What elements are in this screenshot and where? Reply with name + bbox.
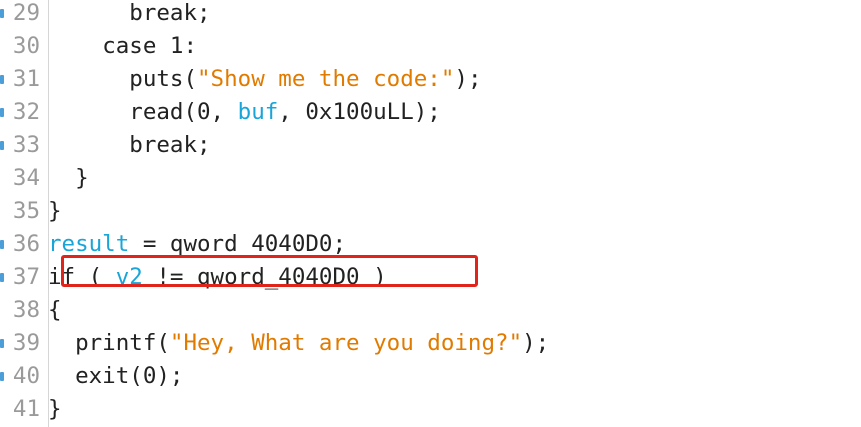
code-line[interactable]: 39 printf("Hey, What are you doing?"); <box>0 327 861 360</box>
code-text: } <box>48 162 89 195</box>
highlight-box <box>61 255 478 287</box>
line-number: 41 <box>12 396 40 422</box>
code-token: = qword_4040D0; <box>129 231 347 257</box>
breakpoint-marker-icon[interactable] <box>0 240 4 249</box>
code-line[interactable]: 38 { <box>0 294 861 327</box>
code-line[interactable]: 32 read(0, buf, 0x100uLL); <box>0 96 861 129</box>
code-line[interactable]: 31 puts("Show me the code:"); <box>0 63 861 96</box>
breakpoint-marker-icon[interactable] <box>0 9 4 18</box>
code-text: { <box>48 294 62 327</box>
breakpoint-marker-icon[interactable] <box>0 372 4 381</box>
code-line[interactable]: 41} <box>0 393 861 426</box>
line-number: 29 <box>12 0 40 26</box>
code-text: } <box>48 195 62 228</box>
code-text: } <box>48 393 62 426</box>
line-number: 35 <box>12 198 40 224</box>
breakpoint-marker-icon[interactable] <box>0 273 4 282</box>
identifier-token: buf <box>237 99 279 125</box>
breakpoint-marker-icon[interactable] <box>0 339 4 348</box>
code-line[interactable]: 35} <box>0 195 861 228</box>
code-text: break; <box>48 129 211 162</box>
code-token: , 0x100uLL); <box>278 99 441 125</box>
code-line[interactable]: 30 case 1: <box>0 30 861 63</box>
code-text: read(0, buf, 0x100uLL); <box>48 96 441 129</box>
code-token: ); <box>522 330 550 356</box>
code-line[interactable]: 29 break; <box>0 0 861 30</box>
line-number: 32 <box>12 99 40 125</box>
code-token: break; <box>129 132 211 158</box>
code-token: case 1: <box>102 33 198 59</box>
code-token: break; <box>129 0 211 26</box>
line-number: 33 <box>12 132 40 158</box>
breakpoint-marker-icon[interactable] <box>0 108 4 117</box>
line-number: 37 <box>12 264 40 290</box>
code-text: break; <box>48 0 211 30</box>
line-number: 36 <box>12 231 40 257</box>
breakpoint-marker-icon[interactable] <box>0 141 4 150</box>
line-number: 30 <box>12 33 40 59</box>
code-text: puts("Show me the code:"); <box>48 63 482 96</box>
line-number: 34 <box>12 165 40 191</box>
code-text: exit(0); <box>48 360 183 393</box>
code-token: ); <box>454 66 482 92</box>
line-number: 31 <box>12 66 40 92</box>
code-token: } <box>48 198 62 224</box>
breakpoint-marker-icon[interactable] <box>0 75 4 84</box>
code-token: } <box>75 165 89 191</box>
code-token: } <box>48 396 62 422</box>
line-number: 39 <box>12 330 40 356</box>
code-line[interactable]: 40 exit(0); <box>0 360 861 393</box>
line-number: 38 <box>12 297 40 323</box>
string-literal: "Hey, What are you doing?" <box>169 330 523 356</box>
code-token: exit(0); <box>75 363 184 389</box>
code-text: case 1: <box>48 30 197 63</box>
code-line[interactable]: 33 break; <box>0 129 861 162</box>
code-token: puts( <box>129 66 198 92</box>
code-token: printf( <box>75 330 170 356</box>
code-token: { <box>48 297 62 323</box>
code-editor[interactable]: 29 break; 30 case 1: 31 puts("Show me the … <box>0 0 861 427</box>
code-line[interactable]: 34 } <box>0 162 861 195</box>
code-token: read(0, <box>129 99 238 125</box>
code-text: printf("Hey, What are you doing?"); <box>48 327 549 360</box>
identifier-token: result <box>48 231 130 257</box>
line-number: 40 <box>12 363 40 389</box>
string-literal: "Show me the code:" <box>197 66 455 92</box>
